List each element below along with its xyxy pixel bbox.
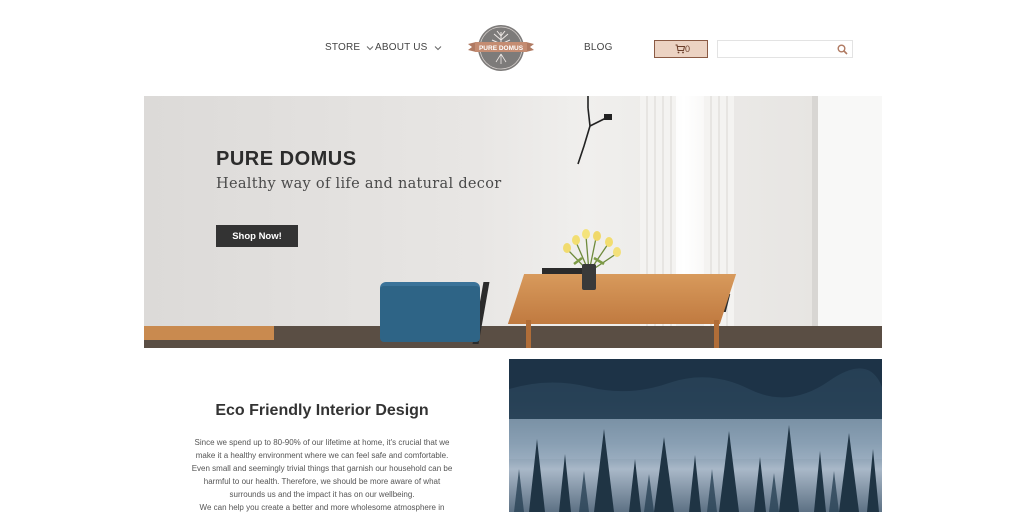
eco-text-line: We can help you create a better and more…	[199, 503, 445, 512]
nav-store-label: STORE	[325, 42, 361, 53]
chevron-down-icon	[366, 45, 374, 50]
eco-text-line: surrounds us and the impact it has on ou…	[229, 490, 415, 499]
eco-text-line: harmful to our health. Therefore, we sho…	[203, 477, 441, 486]
eco-text-line: Even small and seemingly trivial things …	[191, 464, 453, 473]
nav-blog-label: BLOG	[584, 42, 613, 53]
forest-trees	[509, 359, 882, 512]
site-header: STORE ABOUT US PURE DOMUS BLOG 0	[0, 0, 1024, 96]
hero-banner: PURE DOMUS Healthy way of life and natur…	[144, 96, 882, 348]
search-icon[interactable]	[837, 44, 848, 55]
nav-about-us[interactable]: ABOUT US	[375, 42, 442, 53]
nav-blog[interactable]: BLOG	[584, 42, 613, 53]
pure-domus-logo[interactable]: PURE DOMUS	[466, 22, 536, 74]
logo-text: PURE DOMUS	[479, 45, 524, 52]
eco-text-line: Since we spend up to 80-90% of our lifet…	[194, 438, 450, 447]
search-input[interactable]	[718, 43, 830, 59]
eco-section-text: Since we spend up to 80-90% of our lifet…	[184, 436, 460, 512]
side-table	[144, 326, 274, 340]
cart-count: 0	[685, 44, 691, 54]
forest-image	[509, 359, 882, 512]
hero-pillar	[818, 96, 882, 348]
hero-subtitle: Healthy way of life and natural decor	[216, 176, 502, 192]
ottoman	[380, 286, 480, 342]
hero-title: PURE DOMUS	[216, 148, 357, 170]
nav-store[interactable]: STORE	[325, 42, 374, 53]
pendant-lamp	[577, 96, 612, 165]
table-leg	[526, 320, 531, 348]
vase	[582, 264, 596, 290]
chevron-down-icon	[434, 45, 441, 50]
shop-now-button[interactable]: Shop Now!	[216, 225, 298, 247]
cart-icon	[675, 44, 685, 54]
cart-button[interactable]: 0	[654, 40, 708, 58]
eco-text-line: make it a healthy environment where we c…	[195, 451, 449, 460]
table-leg	[714, 320, 719, 348]
dining-table	[507, 274, 737, 324]
eco-section-title: Eco Friendly Interior Design	[215, 402, 429, 419]
nav-about-label: ABOUT US	[375, 42, 428, 53]
search-box	[717, 40, 853, 59]
